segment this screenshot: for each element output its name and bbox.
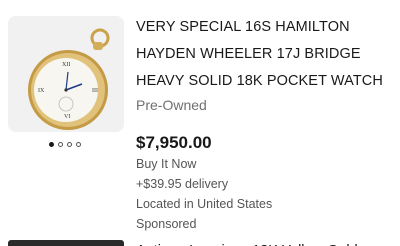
next-listing-title[interactable]: Antique Longines 18K Yellow Gold: [136, 238, 400, 246]
listing-price: $7,950.00: [136, 133, 212, 152]
pagination-dot[interactable]: [76, 141, 81, 147]
listing-condition: Pre-Owned: [136, 97, 207, 113]
listing-format: Buy It Now: [136, 157, 197, 171]
image-pagination: [49, 140, 89, 148]
listing-location: Located in United States: [136, 197, 273, 211]
next-listing-image[interactable]: [8, 240, 124, 246]
svg-text:IX: IX: [38, 88, 45, 94]
pagination-dot-active[interactable]: [49, 141, 54, 147]
listing-card[interactable]: XII III VI IX VERY SPECIAL 16S HAMILTON …: [0, 0, 400, 232]
svg-text:VI: VI: [64, 114, 70, 120]
pagination-dot[interactable]: [58, 141, 63, 147]
pocket-watch-image: XII III VI IX: [8, 16, 124, 132]
listing-title[interactable]: VERY SPECIAL 16S HAMILTON HAYDEN WHEELER…: [136, 14, 396, 95]
listing-info: VERY SPECIAL 16S HAMILTON HAYDEN WHEELER…: [136, 14, 396, 234]
listing-image[interactable]: XII III VI IX: [8, 16, 124, 132]
svg-text:XII: XII: [62, 62, 70, 68]
listing-shipping: +$39.95 delivery: [136, 177, 229, 191]
svg-text:III: III: [92, 88, 98, 94]
sponsored-label: Sponsored: [136, 217, 197, 231]
pagination-dot[interactable]: [67, 141, 72, 147]
